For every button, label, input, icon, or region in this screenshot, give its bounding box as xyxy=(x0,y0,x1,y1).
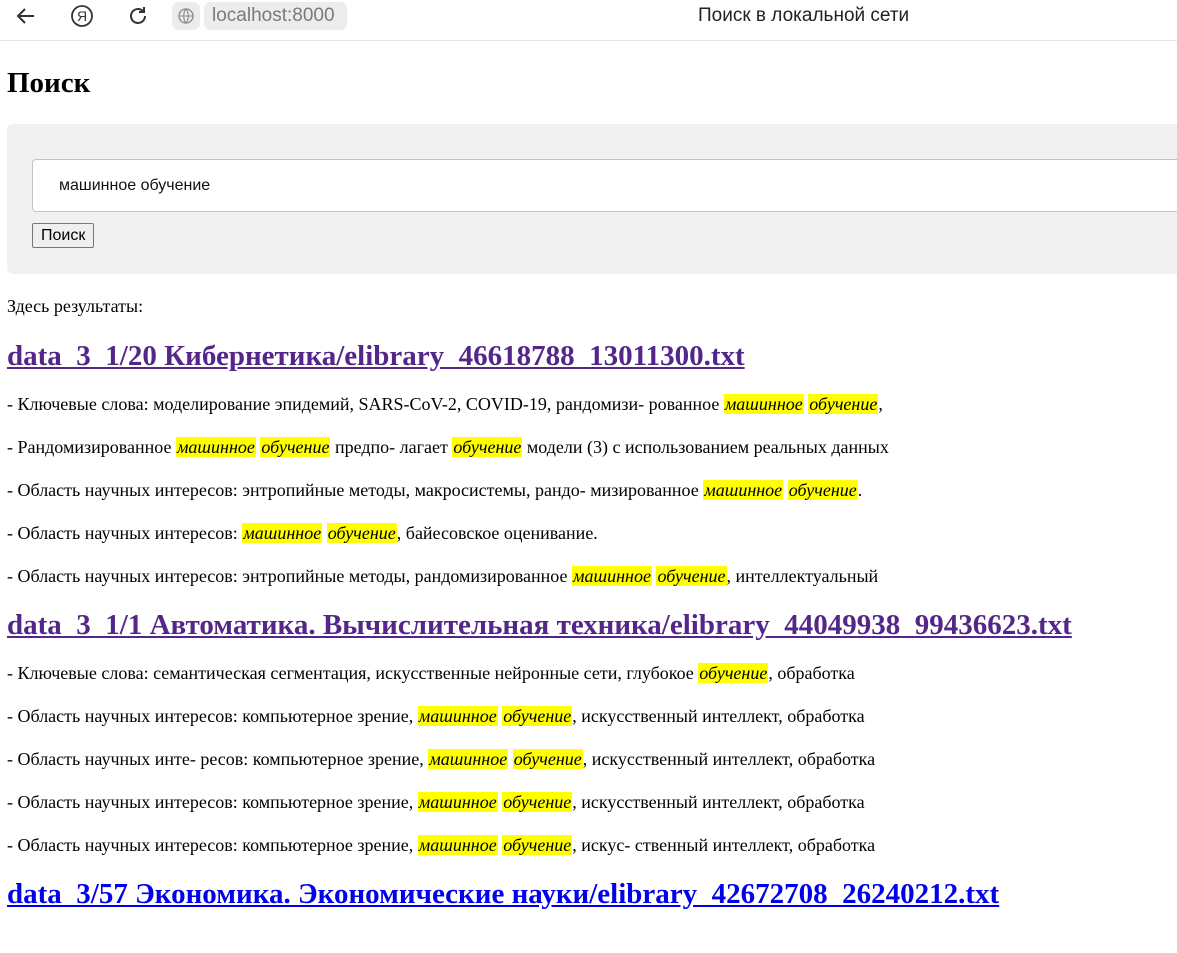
result-snippet: - Область научных инте- ресов: компьютер… xyxy=(7,748,875,770)
snippet-text: , интеллектуальный xyxy=(726,566,879,586)
snippet-text: , искусственный интеллект, обработка xyxy=(572,706,865,726)
reload-icon[interactable] xyxy=(124,2,152,30)
result-snippet: - Область научных интересов: компьютерно… xyxy=(7,791,865,813)
snippet-text: - Область научных интересов: энтропийные… xyxy=(7,480,704,500)
highlighted-term: машинное xyxy=(242,523,323,543)
snippet-text: - Рандомизированное xyxy=(7,437,176,457)
snippet-text: - Область научных интересов: компьютерно… xyxy=(7,792,418,812)
snippet-text: , xyxy=(878,394,883,414)
result-title-link[interactable]: data_3_1/1 Автоматика. Вычислительная те… xyxy=(7,608,1072,642)
highlighted-term: машинное xyxy=(572,566,652,586)
snippet-text: - Область научных интересов: энтропийные… xyxy=(7,566,573,586)
highlighted-term: машинное xyxy=(417,706,498,726)
snippet-text xyxy=(783,480,788,500)
result-snippet: - Область научных интересов: энтропийные… xyxy=(7,479,862,501)
result-snippet: - Ключевые слова: моделирование эпидемий… xyxy=(7,393,883,415)
snippet-text: , искусственный интеллект, обработка xyxy=(572,792,865,812)
highlighted-term: обучение xyxy=(502,835,573,855)
highlighted-term: обучение xyxy=(502,706,573,726)
search-input[interactable] xyxy=(32,159,1177,212)
snippet-text: , искус- ственный интеллект, обработка xyxy=(572,835,876,855)
snippet-text: - Область научных инте- ресов: компьютер… xyxy=(7,749,429,769)
search-panel: Поиск xyxy=(7,124,1177,274)
snippet-text: - Ключевые слова: семантическая сегмента… xyxy=(7,663,699,683)
address-bar[interactable]: localhost:8000 xyxy=(172,2,347,30)
highlighted-term: машинное xyxy=(417,835,498,855)
globe-icon xyxy=(172,2,200,30)
highlighted-term: машинное xyxy=(703,480,784,500)
snippet-text: - Область научных интересов: xyxy=(7,523,243,543)
snippet-text: , искусственный интеллект, обработка xyxy=(582,749,876,769)
highlighted-term: обучение xyxy=(656,566,727,586)
highlighted-term: машинное xyxy=(723,394,804,414)
snippet-text: . xyxy=(857,480,863,500)
svg-text:Я: Я xyxy=(77,8,87,24)
result-title-link[interactable]: data_3_1/20 Кибернетика/elibrary_4661878… xyxy=(7,339,745,373)
highlighted-term: обучение xyxy=(452,437,523,457)
result-snippet: - Область научных интересов: компьютерно… xyxy=(7,834,875,856)
result-snippet: - Область научных интересов: машинное об… xyxy=(7,522,598,544)
highlighted-term: обучение xyxy=(260,437,331,457)
highlighted-term: машинное xyxy=(417,792,498,812)
tab-title: Поиск в локальной сети xyxy=(698,5,910,26)
back-arrow-icon[interactable] xyxy=(12,2,40,30)
result-snippet: - Рандомизированное машинное обучение пр… xyxy=(7,436,889,458)
highlighted-term: обучение xyxy=(808,394,879,414)
snippet-text: - Область научных интересов: компьютерно… xyxy=(7,835,418,855)
search-button[interactable]: Поиск xyxy=(32,223,95,248)
result-snippet: - Область научных интересов: компьютерно… xyxy=(7,705,865,727)
highlighted-term: машинное xyxy=(428,749,509,769)
page-title: Поиск xyxy=(7,67,91,99)
highlighted-term: обучение xyxy=(512,749,583,769)
highlighted-term: обучение xyxy=(698,663,769,683)
highlighted-term: обучение xyxy=(787,480,858,500)
snippet-text: предпо- лагает xyxy=(330,437,453,457)
browser-toolbar: Я localhost:8000 Поиск в локальной сети xyxy=(0,0,1177,41)
highlighted-term: обучение xyxy=(502,792,573,812)
result-title-link[interactable]: data_3/57 Экономика. Экономические науки… xyxy=(7,877,999,911)
address-url[interactable]: localhost:8000 xyxy=(204,2,347,30)
snippet-text: , байесовское оценивание. xyxy=(396,523,598,543)
result-snippet: - Область научных интересов: энтропийные… xyxy=(7,565,878,587)
highlighted-term: машинное xyxy=(175,437,256,457)
results-label: Здесь результаты: xyxy=(7,296,144,316)
yandex-logo-icon[interactable]: Я xyxy=(68,2,96,30)
snippet-text: модели (3) с использованием реальных дан… xyxy=(522,437,889,457)
snippet-text: - Ключевые слова: моделирование эпидемий… xyxy=(7,394,724,414)
highlighted-term: обучение xyxy=(326,523,397,543)
snippet-text: - Область научных интересов: компьютерно… xyxy=(7,706,418,726)
snippet-text: , обработка xyxy=(768,663,855,683)
result-snippet: - Ключевые слова: семантическая сегмента… xyxy=(7,662,855,684)
